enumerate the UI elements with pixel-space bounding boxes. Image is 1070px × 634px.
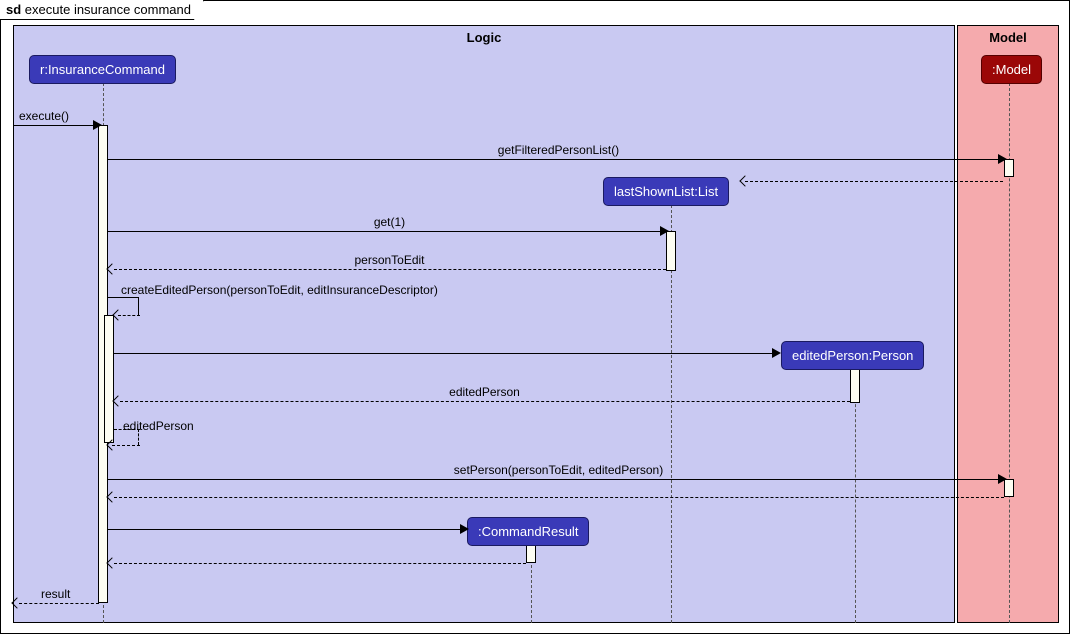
msg-create-edited-person-label: createEditedPerson(personToEdit, editIns… bbox=[121, 283, 438, 297]
participant-model: :Model bbox=[981, 55, 1042, 84]
msg-execute: execute() bbox=[13, 113, 103, 129]
msg-command-result-return bbox=[108, 551, 531, 567]
msg-return-last-shown-list bbox=[741, 169, 1009, 185]
frame-label: sd execute insurance command bbox=[0, 0, 204, 20]
msg-execute-label: execute() bbox=[19, 109, 69, 123]
msg-person-to-edit: personToEdit bbox=[108, 257, 671, 273]
msg-get-filtered-person-list: getFilteredPersonList() bbox=[108, 147, 1009, 163]
msg-get-filtered-person-list-label: getFilteredPersonList() bbox=[108, 143, 1009, 157]
msg-set-person-return bbox=[108, 485, 1009, 501]
frame-title: execute insurance command bbox=[25, 2, 191, 17]
msg-set-person-label: setPerson(personToEdit, editedPerson) bbox=[108, 463, 1009, 477]
participant-command-result: :CommandResult bbox=[467, 517, 589, 546]
region-model: Model bbox=[957, 25, 1059, 623]
msg-get-1: get(1) bbox=[108, 219, 671, 235]
participant-edited-person: editedPerson:Person bbox=[781, 341, 924, 370]
msg-edited-person-return-label: editedPerson bbox=[114, 385, 855, 399]
region-model-title: Model bbox=[958, 30, 1058, 45]
participant-insurance-command: r:InsuranceCommand bbox=[29, 55, 176, 84]
msg-set-person: setPerson(personToEdit, editedPerson) bbox=[108, 467, 1009, 483]
sd-keyword: sd bbox=[6, 2, 21, 17]
msg-get-1-label: get(1) bbox=[108, 215, 671, 229]
msg-create-command-result bbox=[108, 517, 471, 533]
sequence-diagram-frame: sd execute insurance command Logic Model… bbox=[0, 0, 1070, 634]
msg-result-label: result bbox=[41, 587, 70, 601]
msg-person-to-edit-label: personToEdit bbox=[108, 253, 671, 267]
region-logic-title: Logic bbox=[14, 30, 954, 45]
activation-insurance-command-nested bbox=[104, 315, 114, 443]
msg-create-edited-person-arrow bbox=[114, 341, 786, 357]
msg-edited-person-self-label: editedPerson bbox=[123, 419, 194, 433]
msg-edited-person-return: editedPerson bbox=[114, 389, 855, 405]
msg-create-edited-person bbox=[108, 297, 148, 317]
msg-result: result bbox=[13, 591, 103, 607]
participant-last-shown-list: lastShownList:List bbox=[603, 177, 729, 206]
